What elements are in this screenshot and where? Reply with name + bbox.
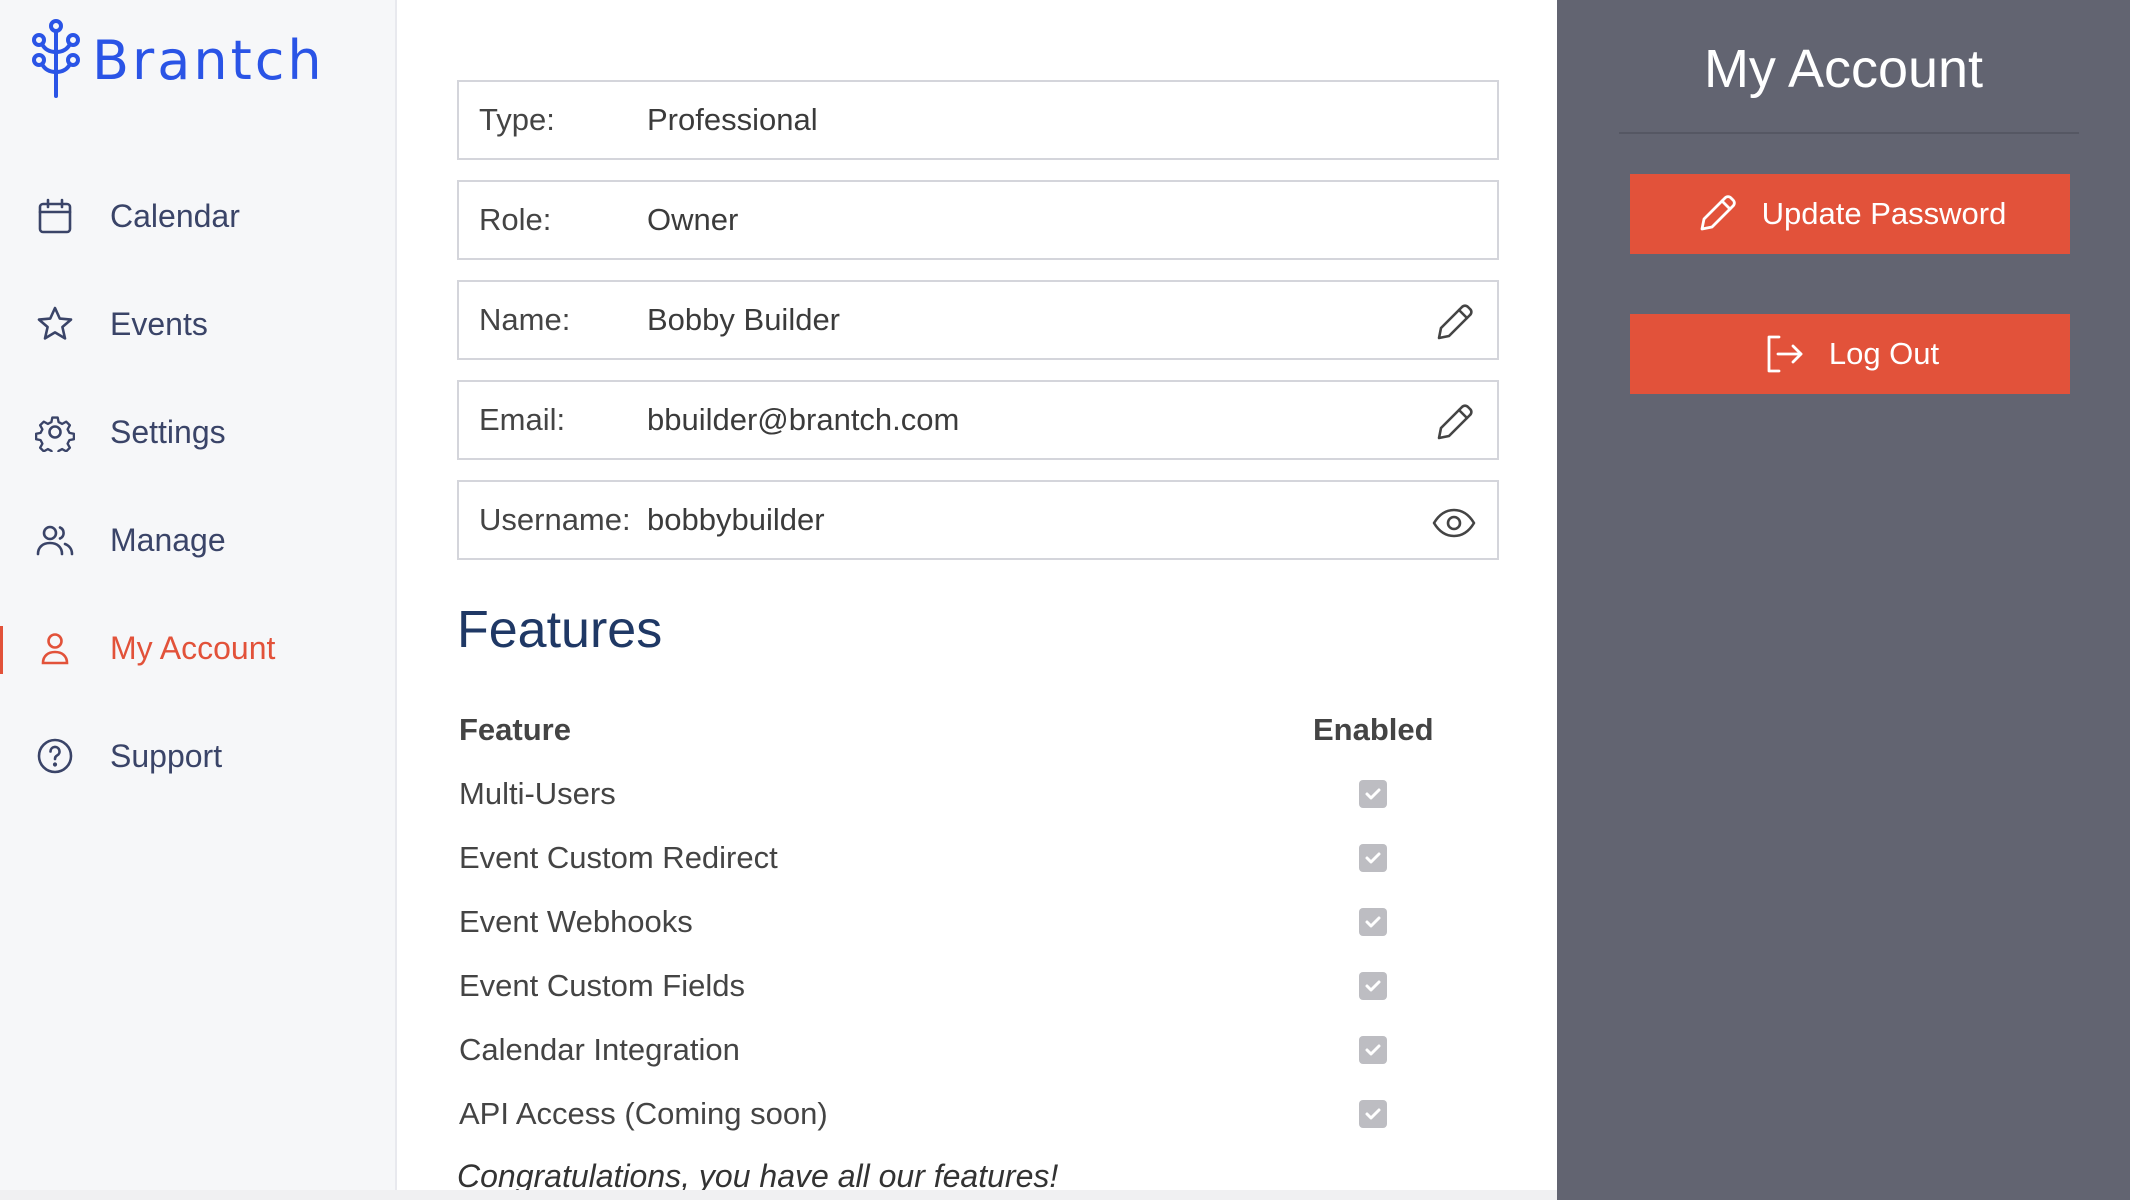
sidebar-nav: Calendar Events Settings Manage My Accou… — [0, 162, 395, 810]
feature-name: Event Webhooks — [459, 904, 693, 939]
feature-name: Multi-Users — [459, 776, 616, 811]
tree-logo-icon — [32, 19, 80, 98]
account-details: Type: Professional Role: Owner Name: Bob… — [399, 0, 1557, 1200]
field-value: bbuilder@brantch.com — [647, 402, 960, 437]
users-icon — [34, 519, 76, 561]
feature-row: Event Custom Fields — [459, 968, 1459, 1032]
sidebar-item-my-account[interactable]: My Account — [0, 594, 395, 702]
brand-name: Brantch — [92, 28, 325, 92]
user-icon — [34, 627, 76, 669]
logout-label: Log Out — [1828, 336, 1940, 371]
field-value: Owner — [647, 202, 739, 237]
logout-button[interactable]: Log Out — [1630, 314, 2070, 394]
feature-name: API Access (Coming soon) — [459, 1096, 828, 1131]
sidebar-item-support[interactable]: Support — [0, 702, 395, 810]
type-field: Type: Professional — [457, 80, 1499, 160]
sidebar-item-settings[interactable]: Settings — [0, 378, 395, 486]
enabled-checkbox — [1359, 1036, 1387, 1064]
feature-row: Event Webhooks — [459, 904, 1459, 968]
sidebar-item-label: My Account — [110, 629, 276, 666]
field-value: bobbybuilder — [647, 502, 825, 537]
gear-icon — [34, 411, 76, 453]
pencil-icon — [1700, 195, 1736, 231]
feature-row: Event Custom Redirect — [459, 840, 1459, 904]
sidebar-item-label: Events — [110, 305, 208, 342]
update-password-label: Update Password — [1761, 196, 2007, 231]
email-field: Email: bbuilder@brantch.com — [457, 380, 1499, 460]
field-label: Username: — [479, 502, 631, 537]
star-icon — [34, 303, 76, 345]
pencil-icon[interactable] — [1431, 300, 1477, 346]
enabled-checkbox — [1359, 908, 1387, 936]
feature-row: API Access (Coming soon) — [459, 1096, 1459, 1160]
sidebar: Brantch Calendar Events Settings Manage … — [0, 0, 397, 1200]
feature-column-header: Feature — [459, 712, 571, 747]
panel-title: My Account — [1703, 39, 1984, 99]
feature-name: Event Custom Fields — [459, 968, 745, 1003]
enabled-checkbox — [1359, 780, 1387, 808]
enabled-checkbox — [1359, 844, 1387, 872]
pencil-icon[interactable] — [1431, 400, 1477, 446]
sidebar-item-label: Support — [110, 737, 223, 774]
eye-icon[interactable] — [1431, 500, 1477, 546]
enabled-checkbox — [1359, 1100, 1387, 1128]
account-actions-panel: My Account Update Password Log Out — [1557, 0, 2130, 1200]
enabled-checkbox — [1359, 972, 1387, 1000]
sidebar-item-manage[interactable]: Manage — [0, 486, 395, 594]
username-field: Username: bobbybuilder — [457, 480, 1499, 560]
features-heading: Features — [457, 601, 663, 659]
field-label: Role: — [479, 202, 552, 237]
calendar-icon — [34, 195, 76, 237]
role-field: Role: Owner — [457, 180, 1499, 260]
logout-icon — [1767, 335, 1803, 373]
feature-name: Event Custom Redirect — [459, 840, 778, 875]
sidebar-item-events[interactable]: Events — [0, 270, 395, 378]
bottom-strip — [0, 1190, 1557, 1200]
field-label: Email: — [479, 402, 566, 437]
field-label: Name: — [479, 302, 571, 337]
field-label: Type: — [479, 102, 555, 137]
feature-row: Calendar Integration — [459, 1032, 1459, 1096]
field-value: Bobby Builder — [647, 302, 841, 337]
panel-divider — [1619, 132, 2079, 134]
sidebar-item-calendar[interactable]: Calendar — [0, 162, 395, 270]
name-field: Name: Bobby Builder — [457, 280, 1499, 360]
sidebar-item-label: Manage — [110, 521, 226, 558]
feature-name: Calendar Integration — [459, 1032, 740, 1067]
update-password-button[interactable]: Update Password — [1630, 174, 2070, 254]
enabled-column-header: Enabled — [1313, 712, 1434, 747]
sidebar-item-label: Settings — [110, 413, 226, 450]
sidebar-item-label: Calendar — [110, 197, 240, 234]
feature-row: Multi-Users — [459, 776, 1459, 840]
field-value: Professional — [647, 102, 818, 137]
help-circle-icon — [34, 735, 76, 777]
brand-logo[interactable]: Brantch — [28, 18, 325, 100]
